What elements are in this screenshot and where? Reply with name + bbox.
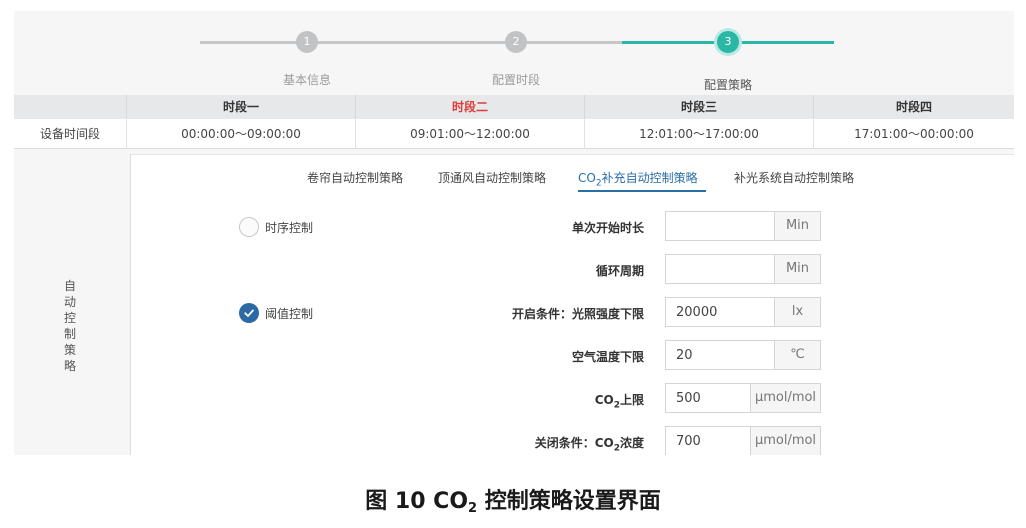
co2-upper-field[interactable]: μmol/mol	[665, 383, 821, 413]
step-3-label[interactable]: 配置策略	[668, 76, 788, 93]
caption-text: 控制策略设置界面	[477, 489, 661, 514]
step-3-circle[interactable]: 3	[717, 31, 739, 53]
period-header-3: 时段三	[584, 95, 813, 119]
unit-label: lx	[774, 298, 820, 326]
light-lower-field[interactable]: lx	[665, 297, 821, 327]
light-lower-label: 开启条件：光照强度下限	[511, 307, 644, 321]
auto-control-strategy-side: 自 动 控 制 策 略	[14, 150, 126, 455]
tab-curtain-strategy[interactable]: 卷帘自动控制策略	[307, 169, 403, 186]
period-header-1: 时段一	[126, 95, 355, 119]
step-1-circle[interactable]: 1	[296, 31, 318, 53]
air-temp-lower-field[interactable]: ℃	[665, 340, 821, 370]
co2-close-input[interactable]	[666, 427, 750, 455]
unit-label: Min	[774, 212, 820, 240]
time-range-cell: 17:01:00～00:00:00	[813, 119, 1014, 149]
co2-upper-text: 上限	[619, 393, 644, 407]
auto-control-strategy-label: 自 动 控 制 策 略	[63, 279, 76, 373]
threshold-control-option[interactable]: 阈值控制	[239, 303, 313, 323]
tab-light-strategy[interactable]: 补光系统自动控制策略	[734, 169, 854, 186]
step-connector	[200, 41, 530, 44]
air-temp-lower-label: 空气温度下限	[571, 350, 644, 364]
timing-control-option[interactable]: 时序控制	[239, 217, 313, 237]
time-range-cell: 12:01:00～17:00:00	[584, 119, 813, 149]
timing-control-label: 时序控制	[265, 220, 314, 235]
co2-close-text: 关闭条件：CO	[534, 436, 614, 450]
tab-co2-text: 补充自动控制策略	[601, 171, 698, 185]
figure-caption: 图 10 CO2 控制策略设置界面	[0, 484, 1026, 520]
cycle-period-input[interactable]	[666, 255, 774, 283]
single-duration-label: 单次开始时长	[571, 221, 644, 235]
cycle-period-label: 循环周期	[595, 264, 644, 278]
tab-co2-strategy[interactable]: CO2补充自动控制策略	[578, 169, 698, 188]
time-range-cell: 09:01:00～12:00:00	[355, 119, 584, 149]
period-header-2: 时段二	[355, 95, 584, 119]
air-temp-lower-input[interactable]	[666, 341, 774, 369]
caption-subscript: 2	[468, 501, 478, 516]
unit-label: ℃	[774, 341, 820, 369]
step-2-label[interactable]: 配置时段	[456, 71, 576, 88]
unit-label: Min	[774, 255, 820, 283]
tab-co2-text: CO	[578, 171, 596, 185]
single-duration-field[interactable]: Min	[665, 211, 821, 241]
co2-upper-input[interactable]	[666, 384, 750, 412]
threshold-control-label: 阈值控制	[265, 306, 314, 321]
unit-label: μmol/mol	[750, 384, 820, 412]
co2-upper-label: CO2上限	[444, 391, 644, 410]
caption-text: 图 10 CO	[365, 489, 469, 514]
active-tab-underline	[578, 190, 706, 192]
light-lower-input[interactable]	[666, 298, 774, 326]
cycle-period-field[interactable]: Min	[665, 254, 821, 284]
strategy-config-screen: 1 2 3 基本信息 配置时段 配置策略 时段一 时段二 时段三 时段四 设备时…	[14, 11, 1014, 455]
checkmark-icon	[244, 309, 254, 317]
time-range-cell: 00:00:00～09:00:00	[126, 119, 355, 149]
step-2-circle[interactable]: 2	[505, 31, 527, 53]
single-duration-input[interactable]	[666, 212, 774, 240]
tab-top-vent-strategy[interactable]: 顶通风自动控制策略	[438, 169, 546, 186]
co2-close-text: 浓度	[619, 436, 644, 450]
device-time-row: 设备时间段 00:00:00～09:00:00 09:01:00～12:00:0…	[14, 119, 1014, 149]
period-header-row: 时段一 时段二 时段三 时段四	[14, 95, 1014, 119]
co2-close-field[interactable]: μmol/mol	[665, 426, 821, 455]
radio-checked-icon[interactable]	[239, 303, 259, 323]
co2-close-label: 关闭条件：CO2浓度	[444, 434, 644, 453]
unit-label: μmol/mol	[750, 427, 820, 455]
strategy-panel: 卷帘自动控制策略 顶通风自动控制策略 CO2补充自动控制策略 补光系统自动控制策…	[130, 154, 1014, 455]
device-time-label: 设备时间段	[39, 127, 100, 141]
radio-unchecked-icon[interactable]	[239, 217, 259, 237]
step-1-label[interactable]: 基本信息	[247, 71, 367, 88]
period-header-4: 时段四	[813, 95, 1014, 119]
co2-upper-text: CO	[594, 393, 614, 407]
